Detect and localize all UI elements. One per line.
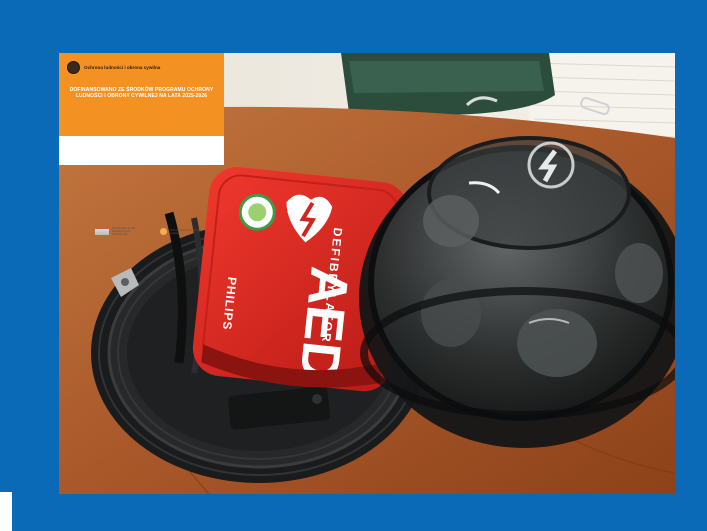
org-name: Ochrona ludności i obrona cywilna bbox=[84, 65, 161, 70]
olioc-logo-icon bbox=[160, 228, 167, 235]
white-corner-strip bbox=[0, 492, 12, 531]
partner-logos: Ministerstwo Spraw Wewnętrznych i Admini… bbox=[95, 227, 204, 236]
partner-olioc: Ochrona ludności i obrona cywilna bbox=[160, 228, 204, 235]
funding-badge: Ochrona ludności i obrona cywilna DOFINA… bbox=[59, 53, 224, 236]
chair-back-highlight bbox=[349, 61, 544, 93]
funding-text: DOFINANSOWANO ZE ŚRODKÓW PROGRAMU OCHRON… bbox=[69, 87, 214, 100]
aed-photo: DEFIBRYLATOR AED PHILIPS Ochrona ludnośc… bbox=[59, 53, 675, 494]
partner-1-text: Ministerstwo Spraw Wewnętrznych i Admini… bbox=[112, 227, 136, 236]
badge-orange-panel: Ochrona ludności i obrona cywilna DOFINA… bbox=[59, 53, 224, 136]
mswia-logo-icon bbox=[95, 228, 109, 235]
partner-mswia: Ministerstwo Spraw Wewnętrznych i Admini… bbox=[95, 227, 146, 236]
label-main: AED bbox=[288, 264, 360, 384]
badge-partners-panel: Ministerstwo Spraw Wewnętrznych i Admini… bbox=[59, 136, 224, 236]
emblem-icon bbox=[67, 61, 80, 74]
org-logo: Ochrona ludności i obrona cywilna bbox=[67, 61, 160, 74]
partner-2-text: Ochrona ludności i obrona cywilna bbox=[170, 228, 202, 235]
